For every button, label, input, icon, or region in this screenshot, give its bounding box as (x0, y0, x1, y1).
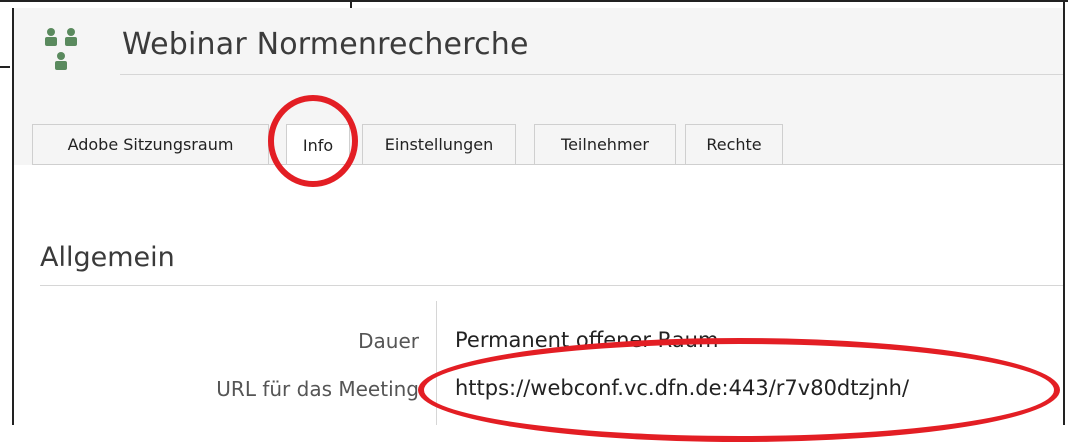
content-area: Allgemein Dauer Permanent offener Raum U… (14, 165, 1064, 425)
frame-edge-top (0, 0, 1068, 2)
section-divider (40, 285, 1064, 286)
meeting-url-link[interactable]: https://webconf.vc.dfn.de:443/r7v80dtzjn… (455, 376, 909, 400)
frame-edge-right (1063, 0, 1065, 425)
tab-rechte[interactable]: Rechte (685, 124, 783, 164)
tab-teilnehmer[interactable]: Teilnehmer (534, 124, 676, 164)
field-label-dauer: Dauer (358, 329, 419, 353)
frame-edge-left (0, 66, 10, 68)
title-divider (120, 74, 1064, 75)
field-value-dauer: Permanent offener Raum (455, 328, 719, 352)
label-column-divider (436, 301, 437, 425)
page-header: Webinar Normenrecherche (14, 8, 1064, 113)
app-panel: Webinar Normenrecherche Adobe Sitzungsra… (12, 8, 1064, 425)
section-title: Allgemein (40, 242, 175, 273)
page-title: Webinar Normenrecherche (122, 27, 529, 62)
tab-einstellungen[interactable]: Einstellungen (362, 124, 516, 164)
tab-adobe-sitzungsraum[interactable]: Adobe Sitzungsraum (32, 124, 269, 164)
field-label-url: URL für das Meeting (216, 377, 419, 401)
group-icon (45, 28, 77, 70)
tab-info[interactable]: Info (286, 124, 350, 166)
